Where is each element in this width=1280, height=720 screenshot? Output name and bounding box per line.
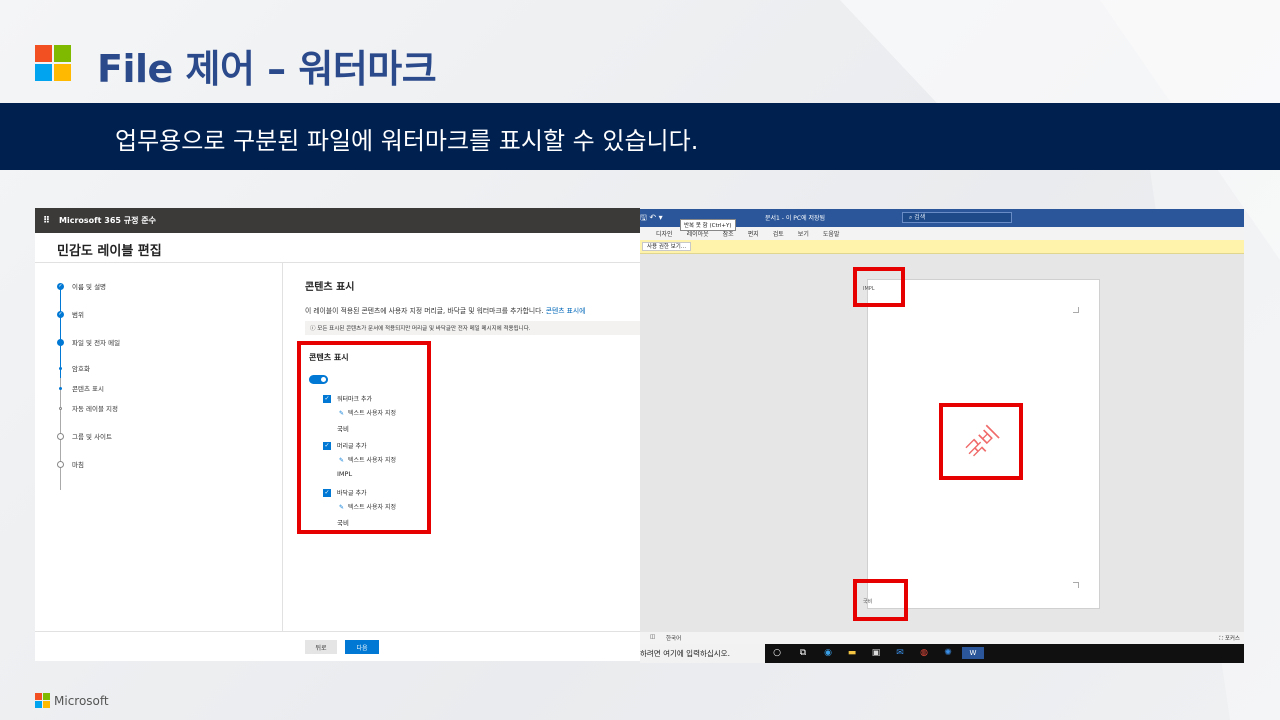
pencil-icon: ✎ [339,457,345,464]
chrome-icon[interactable]: ◍ [918,647,930,659]
mail-icon[interactable]: ✉ [894,647,906,659]
header-checkbox[interactable]: ✓ 머리글 추가 [323,441,367,450]
slide-title: File 제어 – 워터마크 [97,47,437,91]
checkbox-checked-icon: ✓ [323,394,331,403]
content-marking-toggle[interactable] [309,375,328,384]
step-finish[interactable]: 마침 [57,459,84,469]
wizard-footer: 뒤로 다음 [35,631,640,661]
focus-mode[interactable]: ⛶ 포커스 [1219,634,1240,643]
view-permission-button[interactable]: 사용 권한 보기... [642,242,692,251]
section-description: 이 레이블이 적용된 콘텐츠에 사용자 지정 머리글, 바닥글 및 워터마크를 … [305,307,586,315]
tab-help[interactable]: 도움말 [823,229,840,238]
header-highlight-box: IMPL [853,267,905,307]
pencil-icon: ✎ [339,504,345,511]
margin-corner [1073,582,1079,588]
content-marking-panel: 콘텐츠 표시 이 레이블이 적용된 콘텐츠에 사용자 지정 머리글, 바닥글 및… [305,278,640,335]
header-customize-link[interactable]: ✎ 텍스트 사용자 지정 [339,455,396,464]
watermark-text-value: 국비 [337,425,349,433]
task-view-icon[interactable]: ⧉ [797,647,809,659]
checkbox-checked-icon: ✓ [323,488,331,497]
watermark-customize-link[interactable]: ✎ 텍스트 사용자 지정 [339,408,396,417]
windows-taskbar: 하려면 여기에 입력하십시오. ○ ⧉ ◉ ▬ ▣ ✉ ◍ ✺ W [640,644,1244,663]
check-icon: ✓ [57,310,64,318]
status-language[interactable]: 한국어 [666,634,681,642]
info-banner: ⓘ 모든 표시된 콘텐츠가 문서에 적용되지만 머리글 및 바닥글만 전자 메일… [305,321,640,335]
document-footer-text: 국비 [863,599,873,605]
checkbox-checked-icon: ✓ [323,441,331,450]
subtitle-band: 업무용으로 구분된 파일에 워터마크를 표시할 수 있습니다. [0,103,1280,170]
substep-dot-icon [59,386,62,390]
next-button[interactable]: 다음 [345,640,379,654]
edge-icon[interactable]: ◉ [822,647,834,659]
footer-brand: Microsoft [54,693,109,708]
tab-review[interactable]: 검토 [773,229,784,238]
cortana-icon[interactable]: ○ [771,647,783,659]
section-title: 콘텐츠 표시 [305,282,355,293]
compliance-portal-screenshot: ⠿ Microsoft 365 규정 준수 민감도 레이블 편집 ✓ 이름 및 … [35,208,640,661]
footer-checkbox[interactable]: ✓ 바닥글 추가 [323,488,367,497]
page-title: 민감도 레이블 편집 [35,233,640,263]
step-files-email[interactable]: 파일 및 전자 메일 [57,337,120,347]
store-icon[interactable]: ▣ [870,647,882,659]
wizard-steps: ✓ 이름 및 설명 ✓ 범위 파일 및 전자 메일 암호화 콘텐츠 표시 자동 … [35,263,283,631]
substep-dot-icon [59,366,62,370]
info-icon: ⓘ [310,326,316,332]
step-groups-sites[interactable]: 그룹 및 사이트 [57,431,112,441]
word-taskbar-icon[interactable]: W [962,647,984,659]
watermark-checkbox[interactable]: ✓ 워터마크 추가 [323,394,372,403]
current-step-icon [57,338,64,346]
margin-corner [1073,307,1079,313]
protected-view-bar: 사용 권한 보기... [640,240,1244,254]
app-launcher-icon[interactable]: ⠿ [43,216,50,226]
step-auto-labeling[interactable]: 자동 레이블 지정 [57,403,118,413]
microsoft-logo-icon [35,45,71,81]
footer-text-value: 국비 [337,519,349,527]
tab-design[interactable]: 디자인 [656,229,673,238]
document-watermark-text: 국비 [960,421,1004,465]
step-encryption[interactable]: 암호화 [57,363,90,373]
back-button[interactable]: 뒤로 [305,640,337,654]
footer-customize-link[interactable]: ✎ 텍스트 사용자 지정 [339,502,396,511]
page-view-icon: ◫ [650,634,656,640]
portal-topbar: ⠿ Microsoft 365 규정 준수 [35,208,640,233]
document-header-text: IMPL [863,286,875,292]
focus-icon: ⛶ [1219,636,1224,642]
word-titlebar: 🖫 ↶ ▾ 반복 못 함 (Ctrl+Y) 문서1 - 이 PC에 저장됨 ⌕ … [640,209,1244,231]
learn-more-link[interactable]: 콘텐츠 표시에 [546,307,586,315]
step-empty-icon [57,432,64,440]
tab-view[interactable]: 보기 [798,229,809,238]
word-statusbar: ◫ 한국어 ⛶ 포커스 [640,632,1244,644]
watermark-highlight-box: 국비 [939,403,1023,480]
slide-subtitle: 업무용으로 구분된 파일에 워터마크를 표시할 수 있습니다. [115,127,699,155]
step-empty-icon [57,460,64,468]
word-search-box[interactable]: ⌕ 검색 [902,212,1012,223]
pencil-icon: ✎ [339,410,345,417]
file-explorer-icon[interactable]: ▬ [846,647,858,659]
portal-app-name: Microsoft 365 규정 준수 [59,216,156,225]
settings-icon[interactable]: ✺ [942,647,954,659]
microsoft-logo-small-icon [35,693,50,708]
header-text-value: IMPL [337,470,353,478]
taskbar-search[interactable]: 하려면 여기에 입력하십시오. [640,644,765,663]
step-scope[interactable]: ✓ 범위 [57,309,84,319]
document-title: 문서1 - 이 PC에 저장됨 [765,215,826,222]
step-name-description[interactable]: ✓ 이름 및 설명 [57,281,106,291]
box-title: 콘텐츠 표시 [309,353,349,362]
microsoft-footer: Microsoft [35,693,109,708]
footer-highlight-box: 국비 [853,579,908,621]
word-screenshot: 🖫 ↶ ▾ 반복 못 함 (Ctrl+Y) 문서1 - 이 PC에 저장됨 ⌕ … [640,209,1244,663]
step-content-marking[interactable]: 콘텐츠 표시 [57,383,104,393]
tab-mailings[interactable]: 편지 [748,229,759,238]
quick-access-icons[interactable]: 🖫 ↶ ▾ [640,212,663,226]
content-marking-highlight-box: 콘텐츠 표시 ✓ 워터마크 추가 ✎ 텍스트 사용자 지정 국비 ✓ 머리글 추가… [297,341,431,534]
substep-empty-icon [59,406,62,410]
redo-tooltip: 반복 못 함 (Ctrl+Y) [680,219,736,231]
check-icon: ✓ [57,282,64,290]
